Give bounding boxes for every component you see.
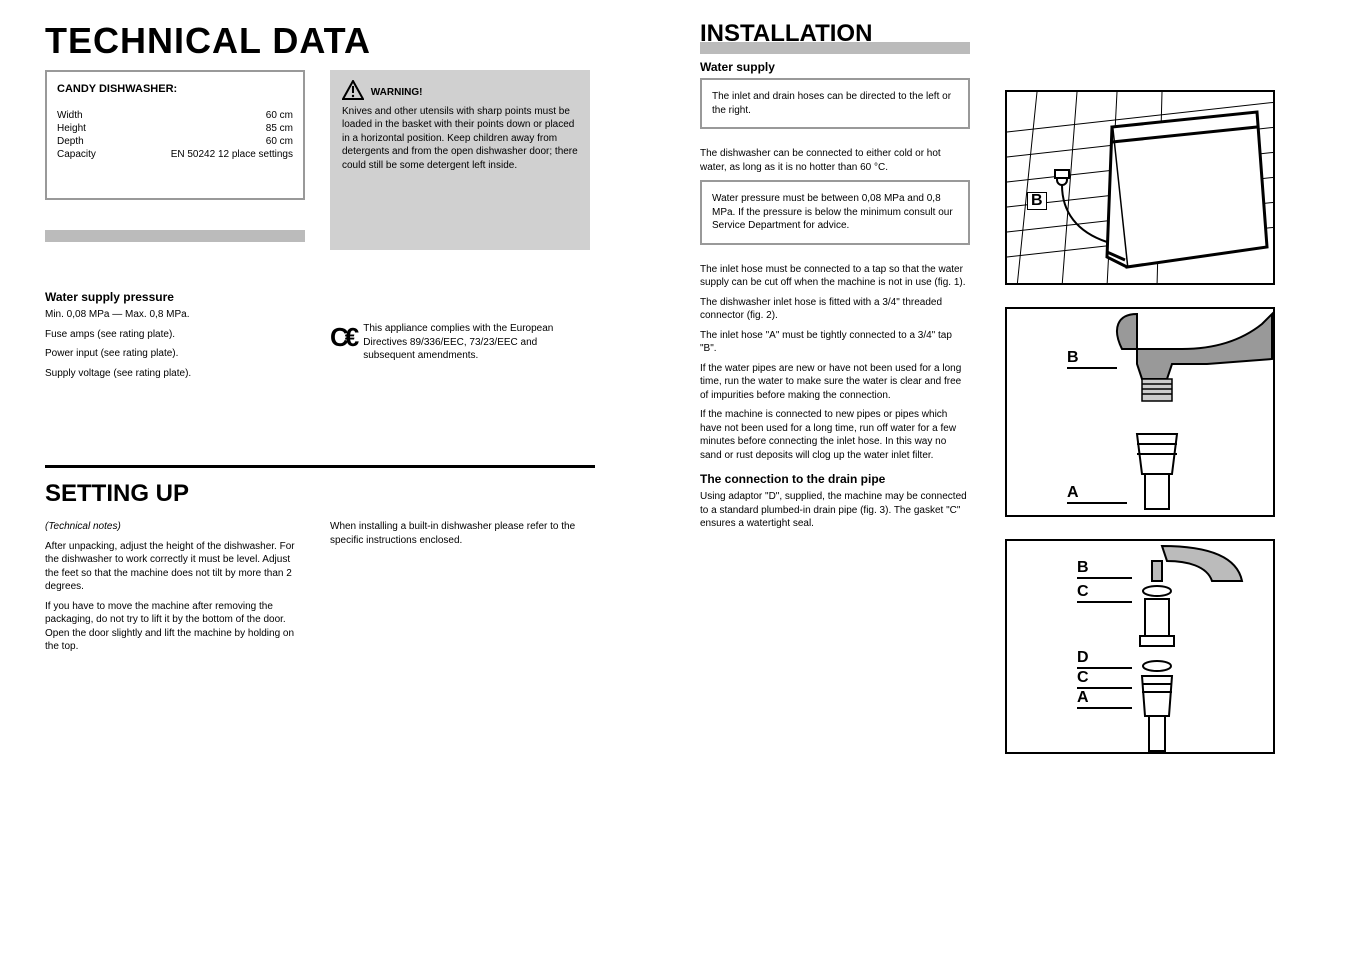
- col2-ce: C€ This appliance complies with the Euro…: [330, 310, 590, 369]
- para: If the machine is connected to new pipes…: [700, 408, 970, 462]
- ce-row: C€ This appliance complies with the Euro…: [330, 322, 590, 369]
- section-title: SETTING UP: [45, 480, 189, 508]
- para: Supply voltage (see rating plate).: [45, 367, 305, 381]
- ce-mark-icon: C€: [330, 322, 355, 353]
- para: The inlet hose "A" must be tightly conne…: [700, 329, 970, 356]
- para: The dishwasher inlet hose is fitted with…: [700, 296, 970, 323]
- warning-body: Knives and other utensils with sharp poi…: [342, 106, 578, 171]
- col2-warning: WARNING! Knives and other utensils with …: [330, 70, 590, 250]
- spec-line: Depth: [57, 136, 84, 147]
- spec-line: Width: [57, 110, 83, 121]
- spec-val: 60 cm: [266, 135, 293, 148]
- warning-icon: [342, 80, 364, 105]
- ce-text: This appliance complies with the Europea…: [363, 322, 590, 363]
- figure-2: B A: [1005, 307, 1275, 517]
- para: Using adaptor "D", supplied, the machine…: [700, 490, 970, 531]
- divider: [45, 465, 595, 468]
- spec-box: CANDY DISHWASHER: Width 60 cm Height 85 …: [45, 70, 305, 200]
- label-c: C: [1077, 583, 1132, 603]
- para: Min. 0,08 MPa — Max. 0,8 MPa.: [45, 308, 305, 322]
- label-c: C: [1077, 669, 1132, 689]
- setup-col1: (Technical notes) After unpacking, adjus…: [45, 520, 305, 660]
- spec-val: 85 cm: [266, 122, 293, 135]
- para: When installing a built-in dishwasher pl…: [330, 520, 590, 547]
- para: Fuse amps (see rating plate).: [45, 328, 305, 342]
- col1: Water supply pressure Min. 0,08 MPa — Ma…: [45, 290, 305, 386]
- spec-val: EN 50242 12 place settings: [171, 148, 293, 161]
- page-title: TECHNICAL DATA: [45, 20, 371, 62]
- section-heading: Water supply: [700, 60, 970, 74]
- figure-3: B C D C A: [1005, 539, 1275, 754]
- setup-col2: When installing a built-in dishwasher pl…: [330, 520, 590, 553]
- warning-box: WARNING! Knives and other utensils with …: [330, 70, 590, 250]
- brand-label: CANDY DISHWASHER:: [57, 83, 177, 95]
- col3: Water supply The inlet and drain hoses c…: [700, 42, 970, 537]
- para: If you have to move the machine after re…: [45, 600, 305, 654]
- label-a: A: [1077, 689, 1132, 709]
- para: If the water pipes are new or have not b…: [700, 362, 970, 403]
- setup-sub: (Technical notes): [45, 520, 305, 534]
- label-d: D: [1077, 649, 1132, 669]
- info-box: The inlet and drain hoses can be directe…: [700, 78, 970, 129]
- para: Power input (see rating plate).: [45, 347, 305, 361]
- spec-line: Height: [57, 123, 86, 134]
- spec-val: 60 cm: [266, 109, 293, 122]
- title-area: TECHNICAL DATA CANDY DISHWASHER: Width 6…: [45, 20, 371, 242]
- label-b: B: [1067, 349, 1117, 369]
- label-b: B: [1077, 559, 1132, 579]
- para: After unpacking, adjust the height of th…: [45, 540, 305, 594]
- para: The inlet hose must be connected to a ta…: [700, 263, 970, 290]
- warning-title: WARNING!: [371, 87, 423, 98]
- gray-bar: [45, 230, 305, 242]
- figures-column: B B: [1005, 90, 1285, 776]
- para: The dishwasher can be connected to eithe…: [700, 147, 970, 174]
- section-heading: Water supply pressure: [45, 290, 305, 304]
- spec-line: Capacity: [57, 149, 96, 160]
- label-a: A: [1067, 484, 1127, 504]
- label-b: B: [1027, 192, 1047, 210]
- figure-1: B: [1005, 90, 1275, 285]
- section-heading: The connection to the drain pipe: [700, 472, 970, 486]
- info-box: Water pressure must be between 0,08 MPa …: [700, 180, 970, 245]
- gray-bar: [700, 42, 970, 54]
